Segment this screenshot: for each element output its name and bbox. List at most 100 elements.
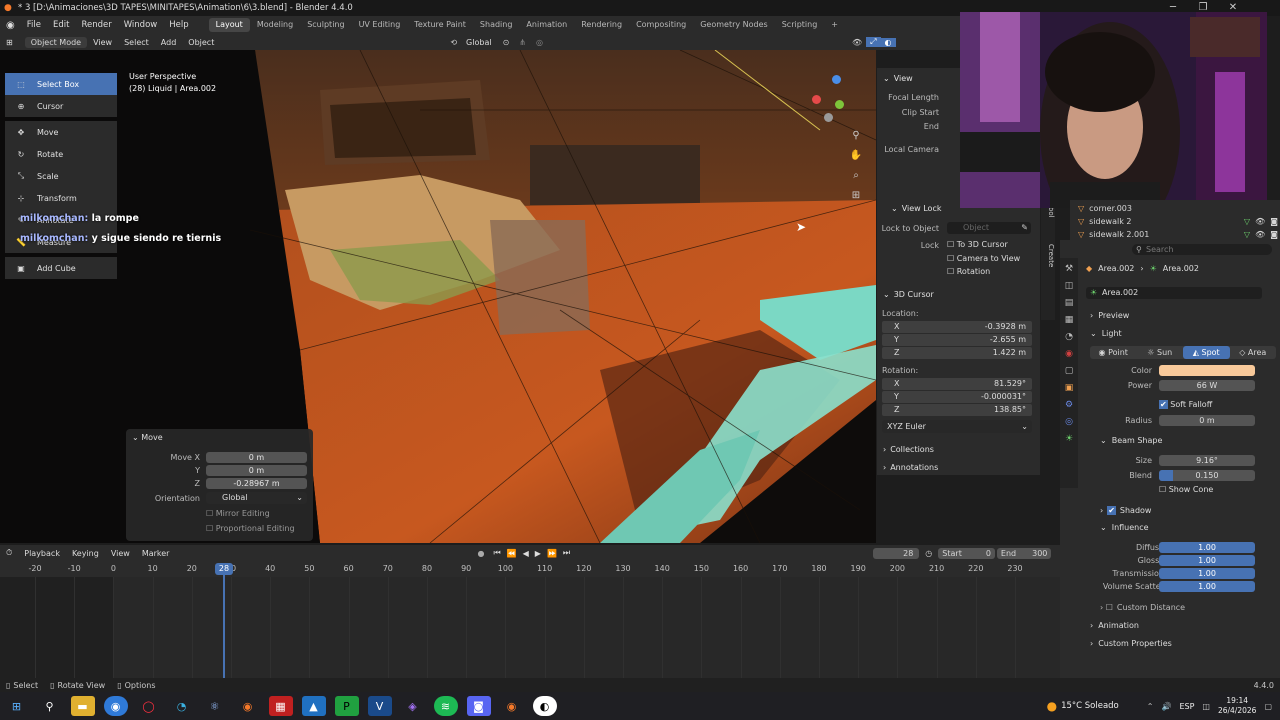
gizmo-toggle-icon[interactable]: ⤢	[866, 37, 881, 47]
beam-shape-header[interactable]: ⌄ Beam Shape	[1060, 434, 1280, 447]
axis-neg-icon[interactable]	[824, 113, 833, 122]
light-datablock-field[interactable]: ☀ Area.002	[1086, 287, 1262, 299]
axis-x-icon[interactable]	[812, 95, 821, 104]
zoom-icon[interactable]: ⚲	[846, 126, 866, 146]
grid-view-icon[interactable]: ⊞	[846, 186, 866, 206]
play-icon[interactable]: ▶	[532, 549, 544, 558]
navigation-gizmo[interactable]	[805, 75, 855, 125]
custom-distance-header[interactable]: › ☐ Custom Distance	[1060, 601, 1280, 614]
transmission-field[interactable]: 1.00	[1159, 568, 1255, 579]
radius-field[interactable]: 0 m	[1159, 415, 1255, 426]
playhead-indicator[interactable]: 28	[215, 563, 233, 575]
cursor-location-x[interactable]: X -0.3928 m	[882, 321, 1032, 333]
annotations-header[interactable]: › Annotations	[877, 459, 938, 475]
proportional-icon[interactable]: ◎	[531, 38, 548, 47]
language-indicator[interactable]: ESP	[1179, 702, 1202, 711]
outliner-row[interactable]: ▽ sidewalk 2 ▽ 👁 ◙	[1078, 215, 1278, 227]
axis-y-icon[interactable]	[835, 100, 844, 109]
eye-icon[interactable]: 👁	[1255, 230, 1265, 239]
cursor-rotation-y[interactable]: Y -0.000031°	[882, 391, 1032, 403]
cursor-location-z[interactable]: Z 1.422 m	[882, 347, 1032, 359]
camera-render-icon[interactable]: ◙	[1270, 217, 1278, 226]
start-windows-icon[interactable]: ⊞	[5, 696, 29, 716]
scene-tab-icon[interactable]: ◔	[1065, 332, 1073, 342]
tool-scale[interactable]: ⤡ Scale	[5, 165, 117, 187]
volume-icon[interactable]: 🔊	[1161, 702, 1179, 711]
play-reverse-icon[interactable]: ◀	[520, 549, 532, 558]
move-y-field[interactable]: 0 m	[206, 465, 307, 476]
tab-create[interactable]: Create	[1047, 224, 1055, 271]
world-tab-icon[interactable]: ◉	[1065, 349, 1073, 359]
orientation-dropdown[interactable]: Global ⌄	[206, 492, 307, 504]
next-keyframe-icon[interactable]: ⏩	[544, 549, 560, 558]
tool-select-box[interactable]: ⬚ Select Box	[5, 73, 117, 95]
tool-tab-icon[interactable]: ⚒	[1065, 264, 1073, 274]
tab-layout[interactable]: Layout	[208, 18, 250, 32]
spot-size-field[interactable]: 9.16°	[1159, 455, 1255, 466]
shadow-checked-icon[interactable]: ✔	[1107, 506, 1116, 515]
render-tab-icon[interactable]: ◫	[1065, 281, 1074, 291]
move-panel-header[interactable]: ⌄ Move	[132, 433, 163, 442]
camera-view-icon[interactable]: ⌕	[846, 166, 866, 186]
cursor-location-y[interactable]: Y -2.655 m	[882, 334, 1032, 346]
menu-object[interactable]: Object	[182, 38, 220, 47]
light-panel-header[interactable]: ⌄ Light	[1060, 327, 1280, 340]
eye-icon[interactable]: 👁	[1255, 217, 1265, 226]
shadow-panel-header[interactable]: › ✔ Shadow	[1060, 504, 1280, 517]
menu-view[interactable]: View	[87, 38, 118, 47]
cursor-rotation-z[interactable]: Z 138.85°	[882, 404, 1032, 416]
timeline-editor-icon[interactable]: ⏱	[0, 548, 18, 558]
orientation-select[interactable]: Global	[460, 38, 498, 47]
pivot-icon[interactable]: ⊙	[498, 38, 515, 47]
video-editor-icon[interactable]: ▦	[268, 696, 293, 716]
outliner-row[interactable]: ▽ corner.003	[1078, 202, 1278, 214]
tab-modeling[interactable]: Modeling	[250, 18, 300, 32]
jump-start-icon[interactable]: ⏮	[490, 548, 503, 558]
blender-taskbar-icon[interactable]: ◉	[236, 696, 260, 716]
rotation-lock-toggle[interactable]: ☐ Rotation	[947, 267, 990, 276]
view-layer-tab-icon[interactable]: ▦	[1065, 315, 1074, 325]
type-point[interactable]: ◉ Point	[1090, 346, 1137, 359]
cursor-rotation-x[interactable]: X 81.529°	[882, 378, 1032, 390]
menu-add[interactable]: Add	[155, 38, 183, 47]
to-3d-cursor-toggle[interactable]: ☐ To 3D Cursor	[947, 240, 1008, 249]
current-frame-field[interactable]: 28	[873, 547, 920, 559]
color-swatch[interactable]	[1159, 365, 1255, 376]
menu-help[interactable]: Help	[163, 20, 194, 30]
light-data-tab-icon[interactable]: ☀	[1065, 434, 1073, 444]
file-explorer-icon[interactable]: ▬	[70, 696, 95, 716]
camera-render-icon[interactable]: ◙	[1270, 230, 1278, 239]
proportional-checkbox[interactable]: ☐ Proportional Editing	[206, 524, 295, 533]
network-icon[interactable]: ◫	[1202, 702, 1218, 711]
overlay-toggle-icon[interactable]: ◐	[880, 37, 896, 47]
collections-header[interactable]: › Collections	[877, 441, 934, 457]
blender-menu-icon[interactable]: ◉	[0, 20, 21, 31]
outliner-row[interactable]: ▽ sidewalk 2.001 ▽ 👁 ◙	[1078, 228, 1278, 240]
app-icon[interactable]: ⚛	[203, 696, 227, 716]
breadcrumb-object[interactable]: Area.002	[1098, 264, 1134, 273]
menu-file[interactable]: File	[21, 20, 47, 30]
object-tab-icon[interactable]: ▣	[1065, 383, 1074, 393]
start-frame-field[interactable]: Start 0	[938, 547, 995, 559]
tool-rotate[interactable]: ↻ Rotate	[5, 143, 117, 165]
collection-tab-icon[interactable]: ▢	[1065, 366, 1074, 376]
diffuse-field[interactable]: 1.00	[1159, 542, 1255, 553]
soft-falloff-checkbox[interactable]: ✔ Soft Falloff	[1159, 400, 1212, 409]
tool-add-cube[interactable]: ▣ Add Cube	[5, 257, 117, 279]
type-area[interactable]: ◇ Area	[1230, 346, 1277, 359]
eyedropper-icon[interactable]: ✎	[1021, 222, 1028, 234]
move-x-field[interactable]: 0 m	[206, 452, 307, 463]
animation-panel-header[interactable]: › Animation	[1060, 619, 1280, 632]
opera-icon[interactable]: ◯	[137, 696, 161, 716]
tab-scripting[interactable]: Scripting	[775, 18, 825, 32]
add-workspace-icon[interactable]: +	[824, 18, 845, 32]
photos-icon[interactable]: ▲	[301, 696, 326, 716]
tray-chevron-icon[interactable]: ⌃	[1147, 702, 1162, 711]
github-icon[interactable]: ◐	[532, 696, 557, 716]
tab-shading[interactable]: Shading	[473, 18, 520, 32]
tab-uv-editing[interactable]: UV Editing	[352, 18, 408, 32]
timeline-track-area[interactable]	[0, 577, 1060, 678]
influence-panel-header[interactable]: ⌄ Influence	[1060, 521, 1280, 534]
3d-cursor-header[interactable]: ⌄ 3D Cursor	[877, 286, 934, 302]
menu-timeline-view[interactable]: View	[105, 549, 136, 558]
